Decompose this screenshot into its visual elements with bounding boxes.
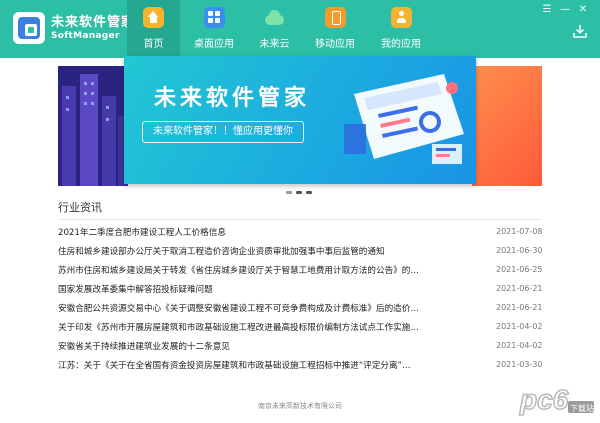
nav-label: 桌面应用: [194, 39, 234, 50]
nav-home[interactable]: 首页: [127, 0, 180, 58]
close-button[interactable]: ✕: [574, 3, 592, 17]
news-date: 2021-06-30: [496, 246, 543, 255]
news-headline: 安徽合肥公共资源交易中心《关于调整安徽省建设工程不可竞争费构成及计费标准》后的造…: [58, 303, 419, 314]
news-item[interactable]: 安徽省关于持续推进建筑业发展的十二条意见 2021-04-02: [58, 336, 543, 355]
nav-label: 我的应用: [381, 39, 421, 50]
banner-slide[interactable]: 未来软件管家 未来软件管家！！懂应用更懂你: [124, 56, 476, 184]
news-item[interactable]: 2021年二季度合肥市建设工程人工价格信息 2021-07-08: [58, 222, 543, 241]
title-bar: 未来软件管家 SoftManager 首页 桌面应用 未来云 移动应用 我的应用…: [0, 0, 600, 58]
menu-button[interactable]: ☰: [538, 3, 556, 17]
mobile-apps-icon: [324, 7, 346, 28]
cloud-icon: [264, 7, 285, 28]
pc6-watermark-logo: pc6 下载站: [518, 381, 596, 417]
main-nav: 首页 桌面应用 未来云 移动应用 我的应用: [127, 0, 435, 58]
nav-mobile-apps[interactable]: 移动应用: [303, 0, 367, 58]
banner-prev-slide[interactable]: [58, 66, 128, 186]
news-item[interactable]: 安徽合肥公共资源交易中心《关于调整安徽省建设工程不可竞争费构成及计费标准》后的造…: [58, 298, 543, 317]
logo-icon: [13, 12, 45, 44]
banner-subtitle: 未来软件管家！！懂应用更懂你: [142, 121, 304, 143]
news-date: 2021-03-30: [496, 360, 543, 369]
nav-cloud[interactable]: 未来云: [248, 0, 301, 58]
nav-label: 首页: [143, 39, 164, 50]
svg-text:下载站: 下载站: [570, 403, 594, 413]
svg-text:pc6: pc6: [519, 384, 569, 415]
news-headline: 2021年二季度合肥市建设工程人工价格信息: [58, 227, 226, 238]
news-date: 2021-06-21: [496, 284, 543, 293]
home-icon: [143, 7, 164, 28]
carousel-dot[interactable]: [286, 191, 292, 194]
window-controls: ☰ — ✕: [538, 3, 592, 17]
news-date: 2021-06-21: [496, 303, 543, 312]
news-headline: 住房和城乡建设部办公厅关于取消工程造价咨询企业资质审批加强事中事后监管的通知: [58, 246, 385, 257]
news-section-title: 行业资讯: [58, 201, 102, 214]
news-item[interactable]: 关于印发《苏州市开展房屋建筑和市政基础设施工程改进最高投标限价编制方法试点工作实…: [58, 317, 543, 336]
app-name-en: SoftManager: [51, 30, 120, 41]
download-manager-button[interactable]: [572, 23, 588, 39]
news-headline: 江苏：关于《关于在全省国有资金投资房屋建筑和市政基础设施工程招标中推进“评定分离…: [58, 360, 411, 371]
carousel-dot[interactable]: [306, 191, 312, 194]
news-headline: 关于印发《苏州市开展房屋建筑和市政基础设施工程改进最高投标限价编制方法试点工作实…: [58, 322, 419, 333]
news-item[interactable]: 住房和城乡建设部办公厅关于取消工程造价咨询企业资质审批加强事中事后监管的通知 2…: [58, 241, 543, 260]
carousel-dot[interactable]: [296, 191, 302, 194]
nav-label: 未来云: [259, 39, 290, 50]
nav-desktop-apps[interactable]: 桌面应用: [182, 0, 246, 58]
my-apps-icon: [390, 7, 412, 28]
footer-company: 南京未来高新技术有限公司: [258, 402, 342, 410]
banner-title: 未来软件管家: [154, 86, 311, 111]
minimize-button[interactable]: —: [556, 3, 574, 17]
banner-next-slide[interactable]: [472, 66, 542, 186]
news-headline: 安徽省关于持续推进建筑业发展的十二条意见: [58, 341, 230, 352]
news-date: 2021-07-08: [496, 227, 543, 236]
nav-label: 移动应用: [315, 39, 355, 50]
news-item[interactable]: 苏州市住房和城乡建设局关于转发《省住房城乡建设厅关于智慧工地费用计取方法的公告》…: [58, 260, 543, 279]
news-list: 2021年二季度合肥市建设工程人工价格信息 2021-07-08 住房和城乡建设…: [58, 222, 543, 374]
news-headline: 苏州市住房和城乡建设局关于转发《省住房城乡建设厅关于智慧工地费用计取方法的公告》…: [58, 265, 419, 276]
news-date: 2021-04-02: [496, 341, 543, 350]
news-date: 2021-06-25: [496, 265, 543, 274]
news-date: 2021-04-02: [496, 322, 543, 331]
divider: [58, 219, 542, 220]
app-logo: 未来软件管家 SoftManager: [13, 9, 135, 47]
nav-my-apps[interactable]: 我的应用: [369, 0, 433, 58]
app-name: 未来软件管家: [51, 14, 136, 30]
dashboard-illustration: [344, 74, 464, 164]
app-window: 未来软件管家 SoftManager 首页 桌面应用 未来云 移动应用 我的应用…: [0, 0, 600, 423]
news-item[interactable]: 江苏：关于《关于在全省国有资金投资房屋建筑和市政基础设施工程招标中推进“评定分离…: [58, 355, 543, 374]
download-icon: [573, 25, 587, 38]
carousel-indicators: [286, 191, 316, 194]
city-skyline-graphic: [58, 66, 128, 186]
news-item[interactable]: 国家发展改革委集中解答招投标疑难问题 2021-06-21: [58, 279, 543, 298]
desktop-apps-icon: [203, 7, 225, 28]
news-headline: 国家发展改革委集中解答招投标疑难问题: [58, 284, 213, 295]
